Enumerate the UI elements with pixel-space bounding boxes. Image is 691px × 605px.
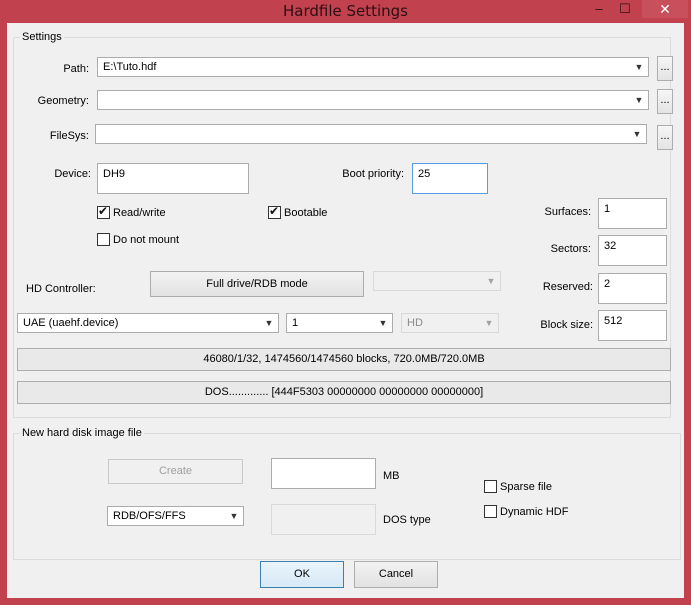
chevron-down-icon[interactable]: ▼ (631, 127, 643, 141)
geometry-label: Geometry: (37, 95, 89, 107)
chevron-down-icon: ▼ (486, 276, 496, 286)
dynamic-hdf-checkbox[interactable] (484, 505, 497, 518)
unit-value: 1 (292, 317, 299, 329)
interface-combo: HD ▼ (401, 313, 499, 333)
path-combo[interactable]: E:\Tuto.hdf ▼ (97, 57, 649, 77)
mb-label: MB (383, 470, 400, 482)
bootable-checkbox[interactable] (268, 204, 281, 219)
path-label: Path: (63, 63, 89, 75)
filesys-browse-button[interactable]: ... (657, 125, 673, 150)
title-bar[interactable]: Hardfile Settings ‒ ☐ ✕ (0, 0, 691, 23)
do-not-mount-label[interactable]: Do not mount (113, 234, 179, 246)
chevron-down-icon[interactable]: ▼ (633, 93, 645, 107)
sectors-value: 32 (604, 240, 617, 252)
maximize-button[interactable]: ☐ (614, 0, 636, 18)
create-button[interactable]: Create (108, 459, 243, 484)
device-value: DH9 (103, 168, 126, 180)
sectors-label: Sectors: (550, 243, 591, 255)
ok-button[interactable]: OK (260, 561, 344, 588)
dos-type-input (271, 504, 376, 535)
boot-priority-label: Boot priority: (342, 168, 404, 180)
hardfile-settings-window: Hardfile Settings ‒ ☐ ✕ Settings Path: E… (0, 0, 691, 605)
hd-controller-label: HD Controller: (26, 283, 96, 295)
chevron-down-icon[interactable]: ▼ (633, 60, 645, 74)
reserved-value: 2 (604, 278, 611, 290)
full-drive-rdb-button[interactable]: Full drive/RDB mode (150, 271, 364, 297)
settings-group-label: Settings (20, 31, 64, 43)
dos-type-label: DOS type (383, 514, 431, 526)
size-input[interactable] (271, 458, 376, 489)
bootable-label[interactable]: Bootable (284, 207, 327, 219)
controller-value: UAE (uaehf.device) (23, 317, 119, 329)
sparse-file-label[interactable]: Sparse file (500, 481, 552, 493)
surfaces-value: 1 (604, 203, 611, 215)
filesys-combo[interactable]: ▼ (95, 124, 647, 144)
path-browse-button[interactable]: ... (657, 56, 673, 81)
new-image-group-label: New hard disk image file (20, 427, 144, 439)
minimize-button[interactable]: ‒ (588, 0, 610, 18)
block-size-value: 512 (604, 315, 623, 327)
controller-combo[interactable]: UAE (uaehf.device) ▼ (17, 313, 279, 333)
unit-combo[interactable]: 1 ▼ (286, 313, 393, 333)
filesys-label: FileSys: (49, 130, 89, 142)
block-size-label: Block size: (540, 319, 593, 331)
sectors-input[interactable]: 32 (598, 235, 667, 266)
chevron-down-icon[interactable]: ▼ (263, 316, 275, 330)
read-write-checkbox[interactable] (97, 204, 110, 219)
interface-value: HD (407, 317, 423, 329)
reserved-label: Reserved: (542, 281, 593, 293)
reserved-input[interactable]: 2 (598, 273, 667, 304)
rdb-mode-combo: ▼ (373, 271, 501, 291)
surfaces-label: Surfaces: (544, 206, 591, 218)
filesystem-combo[interactable]: RDB/OFS/FFS ▼ (107, 506, 244, 526)
cancel-button[interactable]: Cancel (354, 561, 438, 588)
geometry-browse-button[interactable]: ... (657, 89, 673, 114)
read-write-label[interactable]: Read/write (113, 207, 166, 219)
new-image-group (13, 433, 681, 560)
geometry-info-bar: 46080/1/32, 1474560/1474560 blocks, 720.… (17, 348, 671, 371)
device-input[interactable]: DH9 (97, 163, 249, 194)
dos-info-bar: DOS............. [444F5303 00000000 0000… (17, 381, 671, 404)
sparse-file-checkbox[interactable] (484, 480, 497, 493)
path-value: E:\Tuto.hdf (103, 61, 157, 73)
chevron-down-icon[interactable]: ▼ (377, 316, 389, 330)
do-not-mount-checkbox[interactable] (97, 233, 110, 246)
boot-priority-value: 25 (418, 168, 431, 180)
geometry-combo[interactable]: ▼ (97, 90, 649, 110)
dialog-client-area: Settings Path: E:\Tuto.hdf ▼ ... Geometr… (7, 23, 684, 598)
dynamic-hdf-label[interactable]: Dynamic HDF (500, 506, 568, 518)
boot-priority-input[interactable]: 25 (412, 163, 488, 194)
chevron-down-icon[interactable]: ▼ (228, 509, 240, 523)
block-size-input[interactable]: 512 (598, 310, 667, 341)
chevron-down-icon: ▼ (484, 318, 494, 328)
filesystem-value: RDB/OFS/FFS (113, 510, 186, 522)
device-label: Device: (54, 168, 91, 180)
surfaces-input[interactable]: 1 (598, 198, 667, 229)
close-button[interactable]: ✕ (642, 0, 688, 18)
